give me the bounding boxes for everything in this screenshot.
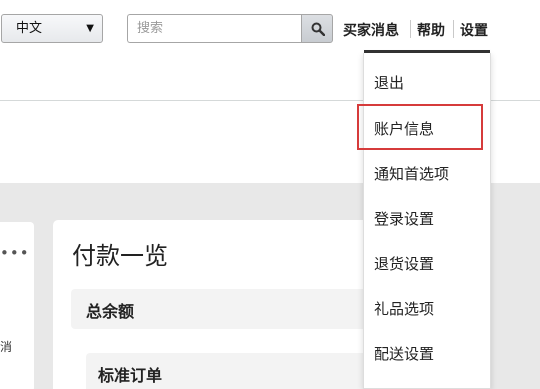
nav-divider <box>410 20 411 38</box>
left-card-text: 消 <box>0 340 13 354</box>
menu-item-login-settings[interactable]: 登录设置 <box>374 208 434 229</box>
search-button[interactable] <box>301 14 333 43</box>
menu-item-notification-preferences[interactable]: 通知首选项 <box>374 163 449 184</box>
chevron-down-icon: ▼ <box>86 23 94 34</box>
language-select[interactable]: 中文 ▼ <box>1 14 103 43</box>
search-input[interactable]: 搜索 <box>127 14 302 43</box>
page-title: 付款一览 <box>72 242 168 270</box>
more-options-icon[interactable]: ••• <box>0 244 30 262</box>
help-link[interactable]: 帮助 <box>417 20 445 40</box>
total-balance-label: 总余额 <box>86 302 135 321</box>
highlight-box <box>357 104 483 150</box>
search-icon <box>311 22 325 36</box>
language-select-value: 中文 <box>16 21 43 36</box>
buyer-messages-link[interactable]: 买家消息 <box>343 20 399 40</box>
nav-divider <box>453 20 454 38</box>
menu-item-shipping-settings[interactable]: 配送设置 <box>374 343 434 364</box>
settings-link[interactable]: 设置 <box>460 20 488 40</box>
menu-item-logout[interactable]: 退出 <box>374 72 404 93</box>
menu-item-return-settings[interactable]: 退货设置 <box>374 253 434 274</box>
menu-item-gift-options[interactable]: 礼品选项 <box>374 298 434 319</box>
standard-orders-label: 标准订单 <box>98 366 163 385</box>
